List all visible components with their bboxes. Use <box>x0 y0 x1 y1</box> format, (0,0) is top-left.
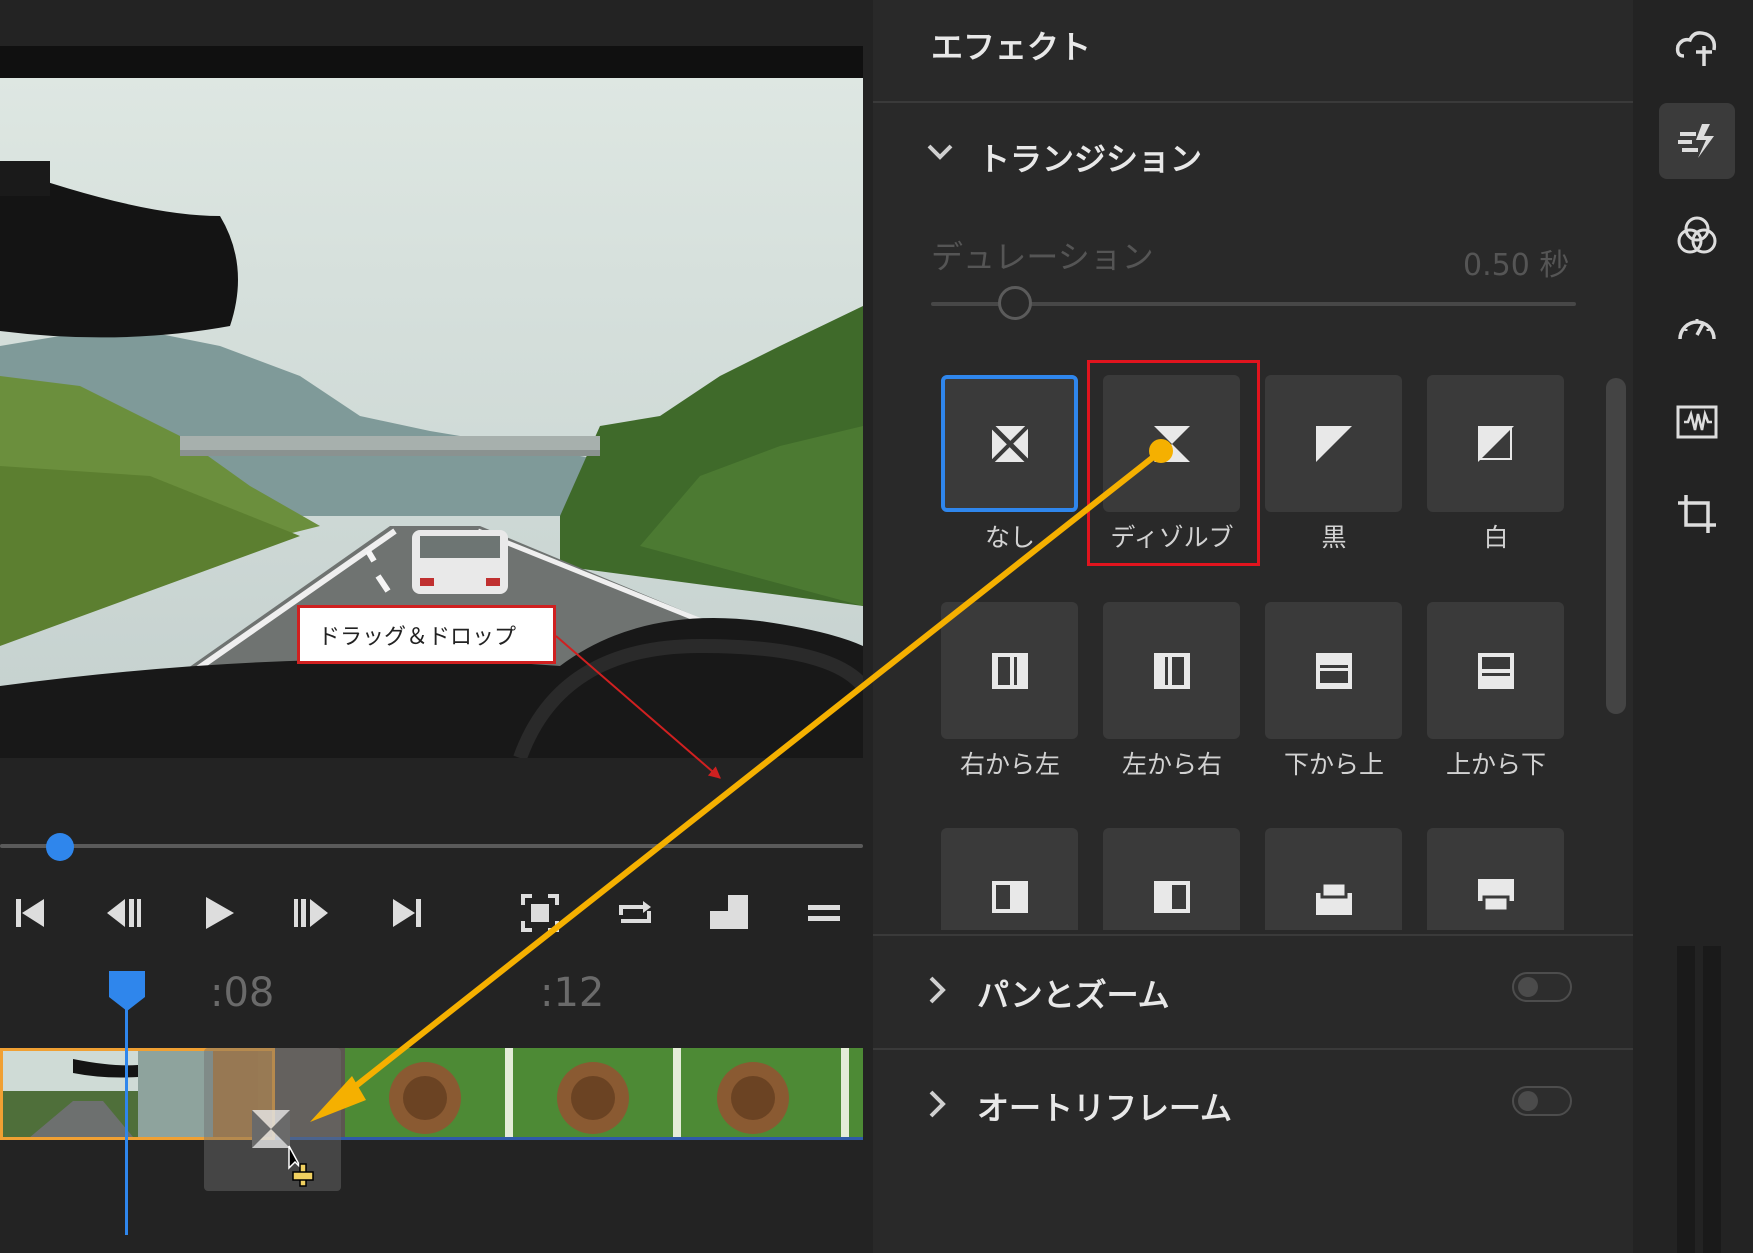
tile-label: 白 <box>1483 523 1509 552</box>
dissolve-transition-icon <box>252 1110 290 1148</box>
step-forward-icon <box>294 899 328 927</box>
tile-bottom-to-top[interactable] <box>1265 602 1402 739</box>
tile-push-right[interactable] <box>1103 828 1240 930</box>
ruler-label: :08 <box>210 970 275 1016</box>
push-down-icon <box>1477 878 1514 912</box>
push-right-icon <box>1153 880 1190 913</box>
duration-slider-handle[interactable] <box>997 286 1032 320</box>
tile-label: 右から左 <box>959 750 1060 779</box>
play-button[interactable] <box>193 888 243 938</box>
color-button[interactable] <box>1659 198 1735 274</box>
tile-top-to-bottom[interactable] <box>1427 602 1564 739</box>
speed-icon <box>1678 319 1716 340</box>
tile-push-left[interactable] <box>941 828 1078 930</box>
tile-label: 黒 <box>1321 523 1347 552</box>
push-up-icon <box>1315 881 1352 915</box>
crop-icon <box>1678 495 1716 533</box>
tile-label: 下から上 <box>1283 750 1384 779</box>
tile-none[interactable] <box>941 375 1078 512</box>
divider <box>873 1048 1633 1050</box>
fit-frame-icon <box>521 894 559 932</box>
drag-cursor-icon <box>288 1145 314 1187</box>
drag-drop-callout: ドラッグ＆ドロップ <box>297 605 556 664</box>
playhead-handle[interactable] <box>107 969 147 1013</box>
aspect-icon <box>710 895 748 929</box>
section-title-pan-zoom[interactable]: パンとズーム <box>977 970 1170 1016</box>
menu-button[interactable] <box>799 888 849 938</box>
section-title-transitions[interactable]: トランジション <box>978 134 1202 180</box>
color-icon <box>1677 216 1717 254</box>
ruler-label: :12 <box>540 970 605 1016</box>
upload-button[interactable] <box>1659 11 1735 87</box>
tile-push-down[interactable] <box>1427 828 1564 930</box>
clip-waterwheel[interactable] <box>275 1048 863 1140</box>
skip-to-end-icon <box>393 899 421 927</box>
auto-reframe-toggle[interactable] <box>1512 1086 1572 1116</box>
duration-value: 0.50 秒 <box>1463 248 1570 283</box>
tile-white[interactable] <box>1427 375 1564 512</box>
step-back-button[interactable] <box>98 888 148 938</box>
transition-drop-ghost <box>204 1048 341 1191</box>
tile-push-up[interactable] <box>1265 828 1402 930</box>
wipe-bottom-top-icon <box>1315 652 1352 689</box>
chevron-down-icon[interactable] <box>925 136 955 176</box>
transition-effects-icon <box>1678 124 1714 158</box>
push-left-icon <box>991 880 1028 913</box>
chevron-right-icon[interactable] <box>925 1087 949 1125</box>
skip-to-end-button[interactable] <box>382 888 432 938</box>
upload-icon <box>1675 31 1717 66</box>
menu-icon <box>808 905 840 921</box>
fit-frame-button[interactable] <box>515 888 565 938</box>
speed-button[interactable] <box>1659 290 1735 366</box>
wipe-right-left-icon <box>991 652 1028 689</box>
aspect-ratio-button[interactable] <box>705 888 755 938</box>
section-title-auto-reframe[interactable]: オートリフレーム <box>977 1083 1232 1129</box>
none-transition-icon <box>987 421 1032 466</box>
tile-right-to-left[interactable] <box>941 602 1078 739</box>
tile-label: 上から下 <box>1445 750 1546 779</box>
divider <box>873 101 1633 103</box>
chevron-right-icon[interactable] <box>925 973 949 1011</box>
black-fade-icon <box>1315 425 1352 462</box>
transition-effects-button[interactable] <box>1659 103 1735 179</box>
crop-button[interactable] <box>1659 476 1735 552</box>
tile-label: 左から右 <box>1121 750 1222 779</box>
panel-title: エフェクト <box>931 28 1092 66</box>
step-forward-button[interactable] <box>287 888 337 938</box>
wipe-top-bottom-icon <box>1477 652 1514 689</box>
tile-black[interactable] <box>1265 375 1402 512</box>
level-meter <box>1703 946 1721 1253</box>
divider <box>873 934 1633 936</box>
clip-waterwheel-thumbs <box>275 1048 863 1137</box>
white-fade-icon <box>1477 425 1514 462</box>
level-meter <box>1677 946 1695 1253</box>
playhead-line <box>125 1005 128 1235</box>
pan-zoom-toggle[interactable] <box>1512 972 1572 1002</box>
tile-left-to-right[interactable] <box>1103 602 1240 739</box>
dissolve-highlight-box <box>1087 360 1260 566</box>
skip-to-start-button[interactable] <box>5 888 55 938</box>
wipe-left-right-icon <box>1153 652 1190 689</box>
panel-scrollbar[interactable] <box>1606 378 1626 714</box>
step-back-icon <box>107 899 141 927</box>
skip-to-start-icon <box>16 899 44 927</box>
loop-icon <box>619 901 651 923</box>
audio-button[interactable] <box>1659 384 1735 460</box>
loop-button[interactable] <box>610 888 660 938</box>
audio-icon <box>1676 405 1718 439</box>
tile-label: なし <box>984 523 1035 552</box>
tool-rail <box>1640 0 1753 1253</box>
duration-label: デュレーション <box>931 238 1154 276</box>
scrub-track[interactable] <box>0 844 863 848</box>
play-icon <box>206 897 234 929</box>
